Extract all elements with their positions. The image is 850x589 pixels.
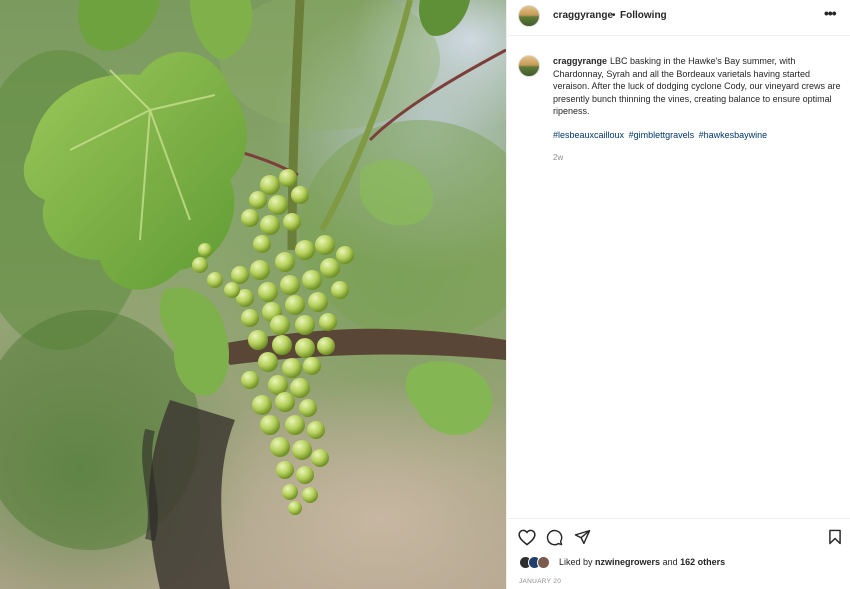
post-sidebar: craggyrange • Following ••• craggyrange L…: [506, 0, 850, 589]
caption-body: craggyrange LBC basking in the Hawke's Ba…: [553, 55, 841, 118]
header-username[interactable]: craggyrange: [553, 10, 613, 21]
separator-dot: •: [612, 10, 616, 21]
post-header: craggyrange • Following •••: [507, 0, 850, 36]
post-photo: [0, 0, 506, 589]
liked-by-prefix: Liked by: [559, 557, 593, 567]
caption-time[interactable]: 2w: [553, 153, 563, 162]
post-date[interactable]: JANUARY 20: [519, 578, 561, 585]
more-options-icon[interactable]: •••: [824, 6, 837, 20]
hashtag-link[interactable]: #hawkesbaywine: [699, 130, 768, 140]
caption-avatar[interactable]: [518, 55, 540, 77]
caption-username[interactable]: craggyrange: [553, 56, 607, 66]
heart-icon[interactable]: [518, 529, 536, 546]
vineyard-grapes-image: [0, 0, 506, 589]
liked-by-and: and: [662, 557, 678, 567]
hashtag-link[interactable]: #lesbeauxcailloux: [553, 130, 624, 140]
liker-username[interactable]: nzwinegrowers: [595, 557, 660, 567]
hashtags: #lesbeauxcailloux #gimblettgravels #hawk…: [553, 130, 841, 140]
hashtag-link[interactable]: #gimblettgravels: [629, 130, 695, 140]
liked-by-text: Liked by nzwinegrowers and 162 others: [559, 557, 725, 567]
likes-others-link[interactable]: 162 others: [680, 557, 725, 567]
following-button[interactable]: Following: [620, 10, 667, 21]
action-bar: [507, 518, 850, 556]
paper-plane-icon[interactable]: [574, 529, 591, 545]
avatar[interactable]: [518, 5, 540, 27]
liker-avatar: [537, 556, 550, 569]
comment-icon[interactable]: [546, 529, 563, 546]
bookmark-icon[interactable]: [828, 529, 842, 545]
